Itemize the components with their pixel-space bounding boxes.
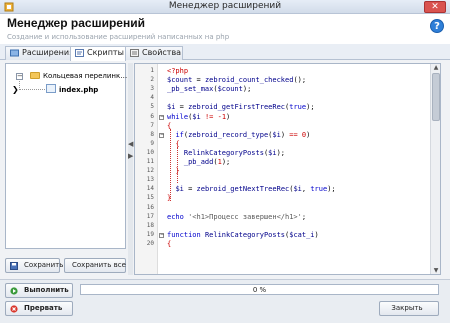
play-icon bbox=[10, 287, 18, 295]
scripts-icon bbox=[75, 49, 84, 57]
properties-icon bbox=[130, 49, 139, 57]
line-number: 5 bbox=[150, 103, 154, 111]
help-icon[interactable]: ? bbox=[430, 19, 444, 33]
line-number: 8 bbox=[150, 130, 154, 138]
run-button[interactable]: Выполнить bbox=[5, 283, 73, 298]
code-fold-toggle[interactable]: − bbox=[159, 114, 164, 120]
line-number: 1 bbox=[150, 67, 154, 74]
save-button[interactable]: Сохранить bbox=[5, 258, 64, 273]
line-number: 6 bbox=[150, 112, 154, 120]
collapse-left-arrow-icon[interactable]: ◀ bbox=[128, 140, 133, 148]
scripts-panel: − Кольцевая перелинк… ❯ index.php Сохран… bbox=[0, 60, 450, 279]
code-fold-toggle[interactable]: − bbox=[159, 232, 164, 238]
line-number: 20 bbox=[146, 239, 154, 247]
tab-extensions[interactable]: Расширения bbox=[5, 46, 74, 60]
code-line: $i = zebroid_getFirstTreeRec(true); bbox=[167, 103, 315, 112]
run-button-label: Выполнить bbox=[24, 286, 69, 294]
tab-extensions-label: Расширения bbox=[22, 48, 74, 57]
expand-right-arrow-icon[interactable]: ▶ bbox=[128, 152, 133, 160]
stop-button-label: Прервать bbox=[24, 304, 63, 312]
code-line: while($i != -1) bbox=[167, 112, 231, 121]
line-number: 14 bbox=[146, 185, 154, 193]
line-number: 16 bbox=[146, 203, 154, 211]
line-number: 7 bbox=[150, 121, 154, 129]
close-button[interactable]: Закрыть bbox=[379, 301, 439, 316]
php-file-icon bbox=[46, 84, 56, 93]
tab-bar: Расширения Скрипты Свойства bbox=[0, 44, 450, 61]
folder-icon bbox=[30, 72, 40, 79]
code-editor[interactable]: 1 2 3 4 5 6 7 8 9 10 11 12 13 14 15 16 17 18 19 20 <?php $co… bbox=[134, 63, 441, 275]
save-all-button[interactable]: Сохранить все bbox=[64, 258, 126, 273]
tab-scripts[interactable]: Скрипты bbox=[70, 46, 126, 61]
panel-splitter[interactable]: ◀ ▶ bbox=[128, 63, 133, 275]
line-number: 12 bbox=[146, 167, 154, 175]
stop-button[interactable]: Прервать bbox=[5, 301, 73, 316]
line-number: 4 bbox=[150, 94, 154, 102]
line-number: 19 bbox=[146, 230, 154, 238]
code-line: <?php bbox=[167, 67, 189, 75]
tab-properties[interactable]: Свойства bbox=[125, 46, 183, 60]
tree-folder-item[interactable]: Кольцевая перелинк… bbox=[30, 70, 127, 82]
code-line: function RelinkCategoryPosts($cat_i) bbox=[167, 230, 319, 239]
page-header: Менеджер расширений Создание и использов… bbox=[0, 14, 450, 44]
page-subtitle: Создание и использование расширений напи… bbox=[7, 33, 230, 41]
progress-label: 0 % bbox=[252, 286, 267, 294]
scroll-up-arrow-icon[interactable]: ▲ bbox=[431, 64, 440, 71]
code-line: { bbox=[167, 239, 172, 248]
line-number: 3 bbox=[150, 85, 154, 93]
extensions-icon bbox=[10, 49, 19, 57]
tree-file-item[interactable]: index.php bbox=[46, 84, 98, 96]
window-title: Менеджер расширений bbox=[168, 1, 282, 11]
tree-folder-label: Кольцевая перелинк… bbox=[43, 72, 128, 80]
scroll-down-arrow-icon[interactable]: ▼ bbox=[431, 267, 440, 274]
window-close-button[interactable]: ✕ bbox=[424, 1, 446, 13]
editor-vertical-scrollbar[interactable]: ▲ ▼ bbox=[430, 64, 440, 274]
tab-scripts-label: Скрипты bbox=[87, 48, 124, 57]
line-number: 11 bbox=[146, 158, 154, 165]
page-title: Менеджер расширений bbox=[7, 16, 145, 30]
save-button-label: Сохранить bbox=[24, 261, 64, 269]
line-number: 9 bbox=[150, 139, 154, 147]
line-number: 15 bbox=[146, 194, 154, 202]
save-icon bbox=[10, 262, 18, 270]
fold-guide bbox=[177, 147, 178, 183]
scroll-thumb[interactable] bbox=[432, 73, 440, 121]
script-tree[interactable]: − Кольцевая перелинк… ❯ index.php bbox=[5, 63, 127, 249]
tab-properties-label: Свойства bbox=[142, 48, 182, 57]
bottom-bar: Выполнить 0 % Прервать Закрыть bbox=[0, 279, 450, 323]
tree-file-label: index.php bbox=[59, 86, 99, 94]
window-titlebar: Менеджер расширений ✕ bbox=[0, 0, 450, 14]
code-line: $i = zebroid_getNextTreeRec($i, true); bbox=[175, 185, 336, 194]
line-number: 2 bbox=[150, 76, 154, 84]
close-button-label: Закрыть bbox=[391, 304, 423, 312]
line-number: 13 bbox=[146, 176, 154, 184]
line-number: 18 bbox=[146, 221, 154, 229]
code-line: RelinkCategoryPosts($i); bbox=[183, 148, 286, 157]
line-number: 10 bbox=[146, 148, 154, 156]
line-number-gutter: 1 2 3 4 5 6 7 8 9 10 11 12 13 14 15 16 17 18 19 20 bbox=[135, 64, 158, 274]
current-item-arrow-icon: ❯ bbox=[12, 85, 19, 94]
fold-guide bbox=[170, 129, 171, 201]
code-line: $count = zebroid_count_checked(); bbox=[167, 76, 307, 85]
code-line: echo '<h1>Процесс завершен</h1>'; bbox=[167, 212, 307, 221]
code-line: if(zebroid_record_type($i) == 0) bbox=[175, 130, 311, 139]
stop-icon bbox=[10, 305, 18, 313]
progress-bar: 0 % bbox=[80, 284, 439, 295]
tree-collapse-toggle[interactable]: − bbox=[16, 73, 23, 80]
line-number: 17 bbox=[146, 212, 154, 220]
code-line: _pb_set_max($count); bbox=[167, 85, 252, 94]
save-all-button-label: Сохранить все bbox=[72, 261, 126, 269]
tree-connector bbox=[19, 89, 45, 90]
code-fold-toggle[interactable]: − bbox=[159, 132, 164, 138]
